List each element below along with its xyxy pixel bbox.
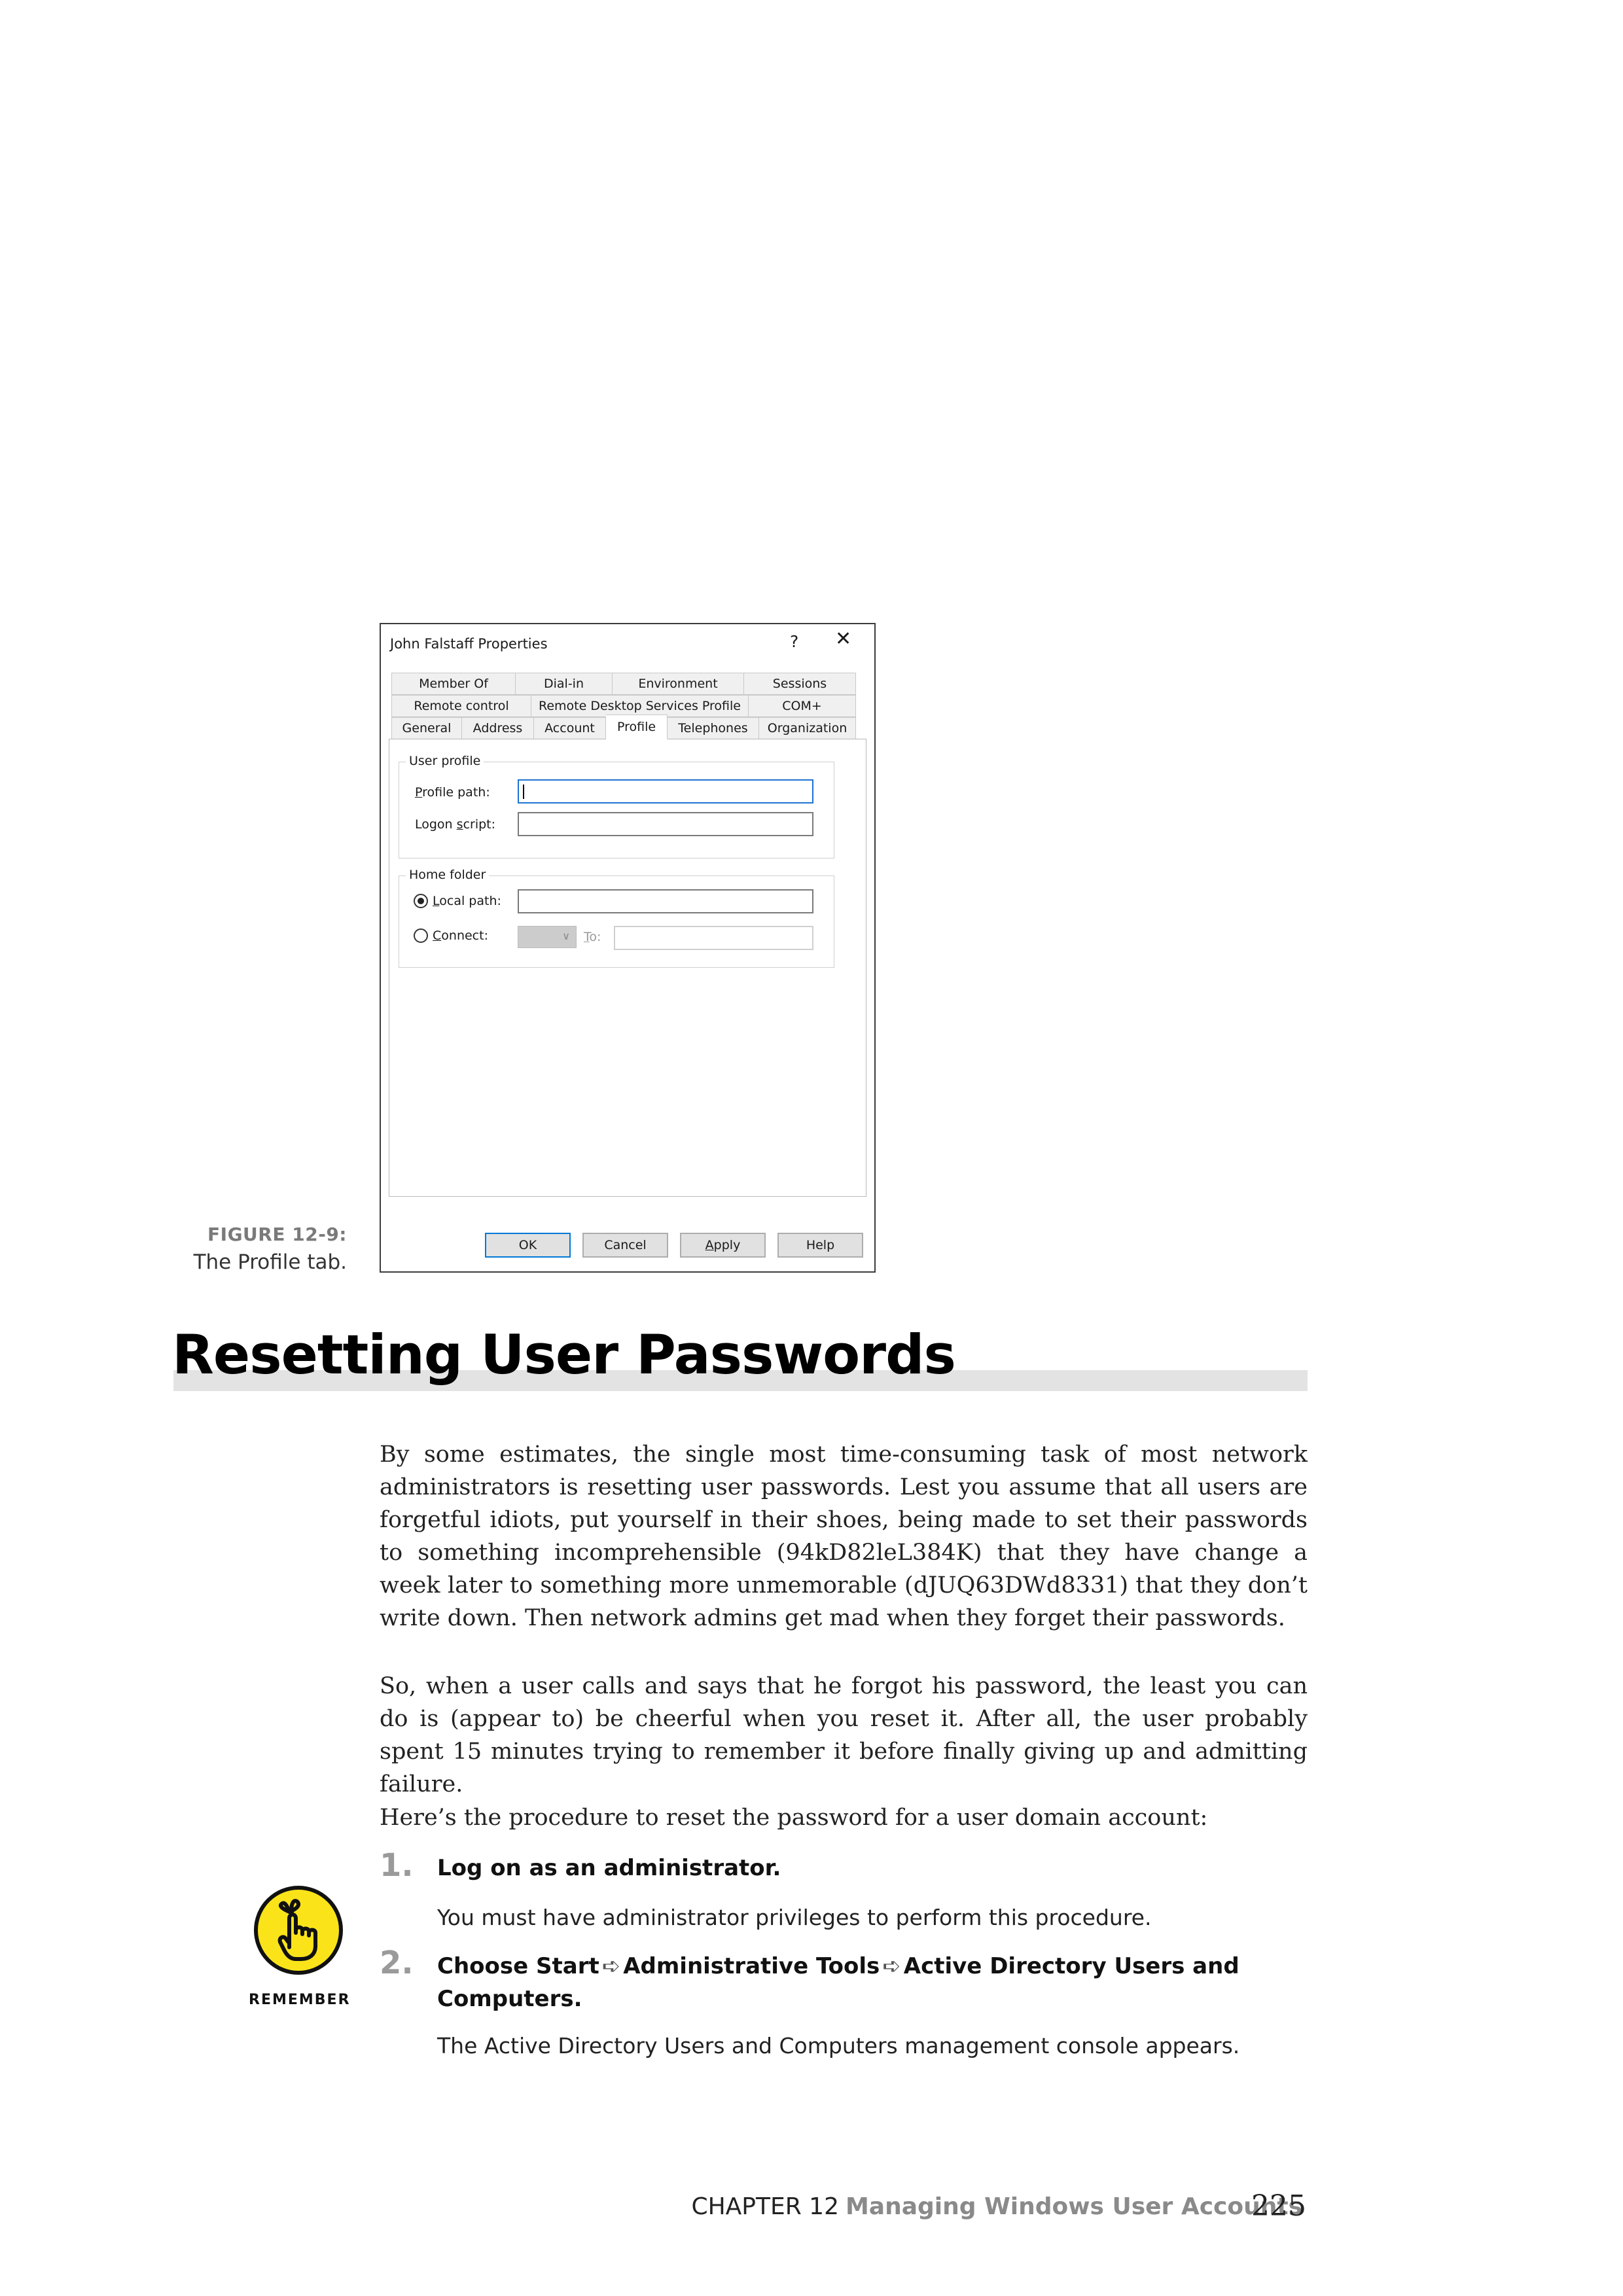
drive-letter-dropdown[interactable]: ∨ [518,926,577,948]
text-caret [523,785,524,799]
step-2-number: 2. [380,1945,414,1981]
page-number: 225 [1251,2189,1306,2223]
user-profile-group: User profile Profile path: Logon script: [399,754,834,858]
dialog-title: John Falstaff Properties [390,636,548,652]
to-label: To: [584,930,601,944]
step-1-title: Log on as an administrator. [437,1855,781,1881]
tab-profile[interactable]: Profile [606,715,668,739]
logon-script-input[interactable] [518,812,813,836]
paragraph-1: By some estimates, the single most time-… [380,1441,1308,1631]
tab-remote-desktop-services-profile[interactable]: Remote Desktop Services Profile [531,695,749,717]
figure-number: FIGURE 12-9: [207,1224,347,1245]
menu-arrow-icon: ➪ [601,1953,621,1979]
remember-label: REMEMBER [249,1992,351,2008]
profile-path-input[interactable] [518,779,813,804]
tab-remote-control[interactable]: Remote control [391,695,531,717]
tab-environment[interactable]: Environment [613,673,744,695]
footer-chapter: CHAPTER 12 [691,2193,839,2220]
step-1-number: 1. [380,1847,414,1884]
tab-organization[interactable]: Organization [759,717,856,739]
tab-general[interactable]: General [391,717,462,739]
local-path-radio[interactable] [414,894,428,908]
footer-chapter-title: Managing Windows User Accounts [845,2193,1302,2220]
properties-dialog: John Falstaff Properties ? ✕ Member Of D… [380,623,876,1273]
profile-path-label: Profile path: [415,785,490,800]
tab-dial-in[interactable]: Dial-in [516,673,613,695]
step-2-title: Choose Start ➪ Administrative Tools ➪ Active… [437,1953,1240,2012]
tab-row-3: General Address Account Profile Telephon… [391,715,856,739]
cancel-button[interactable]: Cancel [582,1233,668,1258]
tab-account[interactable]: Account [534,717,606,739]
help-button[interactable]: Help [777,1233,863,1258]
step-1-description: You must have administrator privileges t… [437,1905,1152,1930]
to-path-input[interactable] [614,926,813,950]
chevron-down-icon: ∨ [562,930,570,942]
ok-button[interactable]: OK [485,1233,571,1258]
close-icon[interactable]: ✕ [835,629,851,649]
tab-row-2: Remote control Remote Desktop Services P… [391,695,856,717]
tab-sessions[interactable]: Sessions [744,673,856,695]
tab-row-1: Member Of Dial-in Environment Sessions [391,673,856,695]
menu-arrow-icon: ➪ [882,1953,901,1979]
running-footer: CHAPTER 12 Managing Windows User Accounts [691,2193,1302,2220]
local-path-input[interactable] [518,889,813,913]
tab-com-plus[interactable]: COM+ [749,695,856,717]
home-folder-group: Home folder Local path: Connect: ∨ To: [399,868,834,968]
step-2-description: The Active Directory Users and Computers… [437,2033,1240,2058]
pointing-finger-with-string-icon [254,1886,343,1975]
user-profile-legend: User profile [406,754,484,768]
tab-telephones[interactable]: Telephones [668,717,759,739]
apply-button[interactable]: Apply [680,1233,766,1258]
figure-caption: FIGURE 12-9: The Profile tab. [131,1224,347,1274]
tab-address[interactable]: Address [462,717,534,739]
figure-caption-text: The Profile tab. [193,1250,347,1274]
help-icon[interactable]: ? [790,632,798,651]
local-path-label: Local path: [433,894,501,908]
paragraph-2: So, when a user calls and says that he f… [380,1673,1308,1797]
connect-label: Connect: [433,928,488,943]
section-heading: Resetting User Passwords [172,1323,956,1386]
connect-radio[interactable] [414,928,428,943]
paragraph-3: Here’s the procedure to reset the passwo… [380,1805,1208,1831]
logon-script-label: Logon script: [415,817,496,832]
home-folder-legend: Home folder [406,868,490,882]
tab-member-of[interactable]: Member Of [391,673,516,695]
